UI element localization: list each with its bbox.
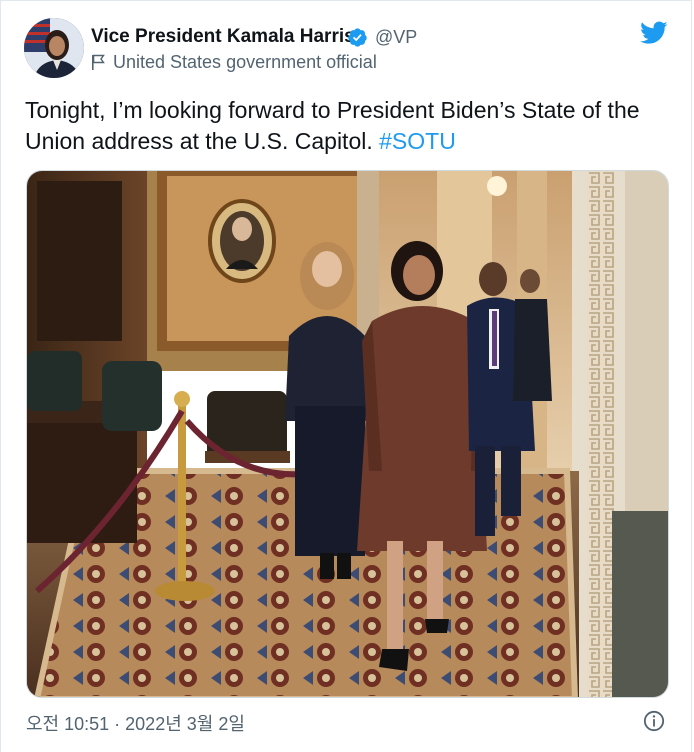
tweet-card: Vice President Kamala Harris @VP United … xyxy=(0,0,692,752)
tweet-timestamp[interactable]: 오전 10:51 · 2022년 3월 2일 xyxy=(26,710,245,736)
author-name[interactable]: Vice President Kamala Harris xyxy=(91,26,355,48)
author-avatar[interactable] xyxy=(24,18,84,78)
verified-badge-icon xyxy=(348,28,367,47)
photo-illustration xyxy=(27,171,668,697)
info-circle-icon[interactable] xyxy=(643,710,665,732)
tweet-text: Tonight, I’m looking forward to Presiden… xyxy=(25,95,675,157)
government-label: United States government official xyxy=(91,52,377,73)
tweet-text-body: Tonight, I’m looking forward to Presiden… xyxy=(25,97,640,154)
tweet-photo[interactable] xyxy=(26,170,669,698)
government-flag-icon xyxy=(92,54,105,70)
author-handle[interactable]: @VP xyxy=(375,27,417,48)
government-label-text: United States government official xyxy=(113,52,377,72)
hashtag-link[interactable]: #SOTU xyxy=(379,128,456,154)
twitter-bird-icon[interactable] xyxy=(640,21,668,45)
